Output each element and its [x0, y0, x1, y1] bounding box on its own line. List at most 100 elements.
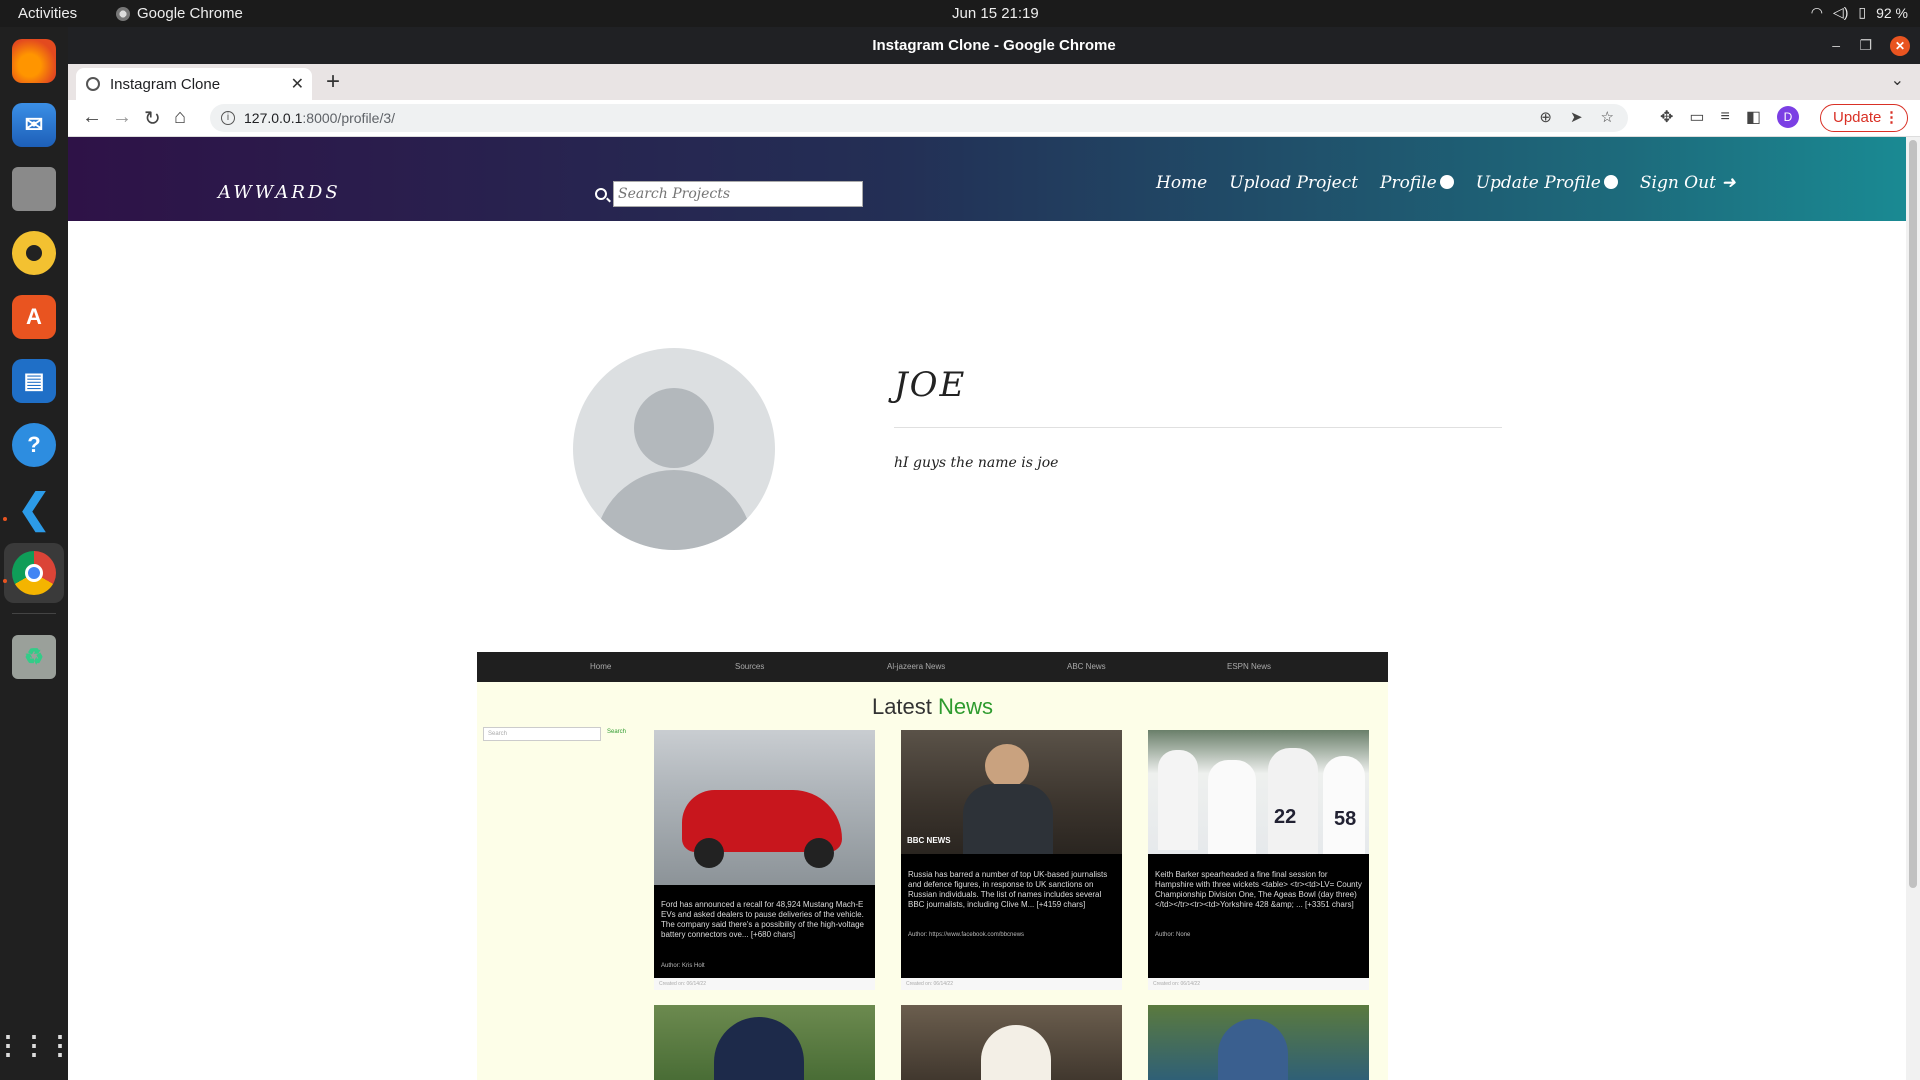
maximize-icon[interactable]: ❐ — [1859, 27, 1872, 64]
back-icon[interactable]: ← — [82, 106, 102, 129]
close-window-icon[interactable]: ✕ — [1890, 36, 1910, 56]
info-icon[interactable]: i — [221, 111, 235, 125]
news-navbar: Home Sources Al-jazeera News ABC News ES… — [477, 652, 1388, 682]
url-host: 127.0.0.1 — [244, 110, 303, 126]
writer-icon[interactable]: ▤ — [12, 359, 56, 403]
cricket-helmet-shape — [714, 1017, 804, 1080]
news-card-author: Author: https://www.facebook.com/bbcnews — [908, 932, 1025, 938]
project-screenshot[interactable]: Home Sources Al-jazeera News ABC News ES… — [477, 652, 1388, 1080]
send-icon[interactable]: ➤ — [1570, 104, 1583, 132]
news-nav-item: ABC News — [1067, 662, 1106, 671]
profile-bio: hI guys the name is joe — [894, 455, 1059, 471]
home-icon[interactable]: ⌂ — [174, 106, 186, 129]
app-menu[interactable]: Google Chrome — [116, 5, 243, 22]
user-circle-icon — [1603, 175, 1618, 189]
news-card-text: Keith Barker spearheaded a fine final se… — [1155, 870, 1362, 909]
news-card: Ford has announced a recall for 48,924 M… — [654, 730, 875, 990]
update-label: Update — [1833, 109, 1882, 126]
news-card-partial — [654, 1005, 875, 1080]
extensions-icon[interactable]: ✥ — [1660, 107, 1673, 127]
nav-upload-project[interactable]: Upload Project — [1229, 173, 1358, 193]
chrome-dock-icon[interactable] — [12, 551, 56, 595]
tab-search-icon[interactable]: ⌄ — [1891, 70, 1904, 90]
files-icon[interactable] — [12, 167, 56, 211]
new-tab-icon[interactable]: + — [326, 68, 340, 96]
zoom-icon[interactable]: ⊕ — [1539, 104, 1552, 132]
running-indicator — [3, 579, 7, 583]
url-path: :8000/profile/3/ — [302, 110, 396, 126]
app-center-icon[interactable]: A — [12, 295, 56, 339]
reload-icon[interactable]: ↻ — [144, 106, 161, 131]
profile-username: JOE — [894, 365, 967, 405]
address-bar[interactable]: i 127.0.0.1:8000/profile/3/ ⊕ ➤ ☆ — [210, 104, 1628, 132]
search-icon — [595, 188, 607, 200]
nav-sign-out-label: Sign Out — [1639, 173, 1716, 193]
bookmark-star-icon[interactable]: ☆ — [1601, 104, 1614, 132]
help-icon[interactable]: ? — [12, 423, 56, 467]
profile-avatar[interactable]: D — [1777, 106, 1799, 128]
nav-update-profile-label: Update Profile — [1475, 173, 1601, 193]
news-heading-main: Latest — [871, 694, 932, 719]
nav-profile-label: Profile — [1380, 173, 1437, 193]
clock[interactable]: Jun 15 21:19 — [952, 5, 1039, 22]
rhythmbox-icon[interactable] — [12, 231, 56, 275]
update-button[interactable]: Update ⋮ — [1820, 104, 1908, 132]
page-viewport: AWWARDS Home Upload Project Profile Upda… — [68, 137, 1906, 1080]
news-search-button: Search — [607, 729, 627, 735]
profile-divider — [894, 427, 1502, 428]
vscode-icon[interactable]: ❮ — [12, 487, 56, 531]
news-image-journalist: BBC NEWS — [901, 730, 1122, 854]
more-icon: ⋮ — [1884, 109, 1899, 126]
news-nav-item: ESPN News — [1227, 662, 1272, 671]
search-input[interactable] — [613, 181, 863, 207]
search-bar — [595, 181, 863, 207]
news-nav-item: Al-jazeera News — [887, 662, 946, 671]
sign-out-icon: ➜ — [1721, 173, 1736, 193]
user-circle-icon — [1439, 175, 1454, 189]
nav-sign-out[interactable]: Sign Out ➜ — [1640, 173, 1736, 193]
close-tab-icon[interactable]: ✕ — [291, 74, 304, 94]
avatar-body-shape — [595, 470, 753, 550]
nav-links: Home Upload Project Profile Update Profi… — [1156, 173, 1736, 193]
battery-percent: 92 % — [1876, 4, 1908, 21]
firefox-icon[interactable] — [12, 39, 56, 83]
news-card-partial — [1148, 1005, 1369, 1080]
forward-icon[interactable]: → — [112, 106, 132, 129]
news-heading: Latest News — [477, 694, 1388, 720]
news-card-text: Russia has barred a number of top UK-bas… — [908, 870, 1108, 909]
page-scrollbar[interactable] — [1906, 137, 1920, 1080]
news-card-partial — [901, 1005, 1122, 1080]
browser-toolbar: ← → ↻ ⌂ i 127.0.0.1:8000/profile/3/ ⊕ ➤ … — [68, 100, 1920, 137]
dock: ✉ A ▤ ? ❮ ♻ ⋮⋮⋮ — [0, 27, 73, 1080]
system-tray[interactable]: ◠ ◁) ▯ 92 % — [1811, 4, 1908, 21]
thunderbird-icon[interactable]: ✉ — [12, 103, 56, 147]
tab-title: Instagram Clone — [110, 75, 221, 93]
app-name: Google Chrome — [137, 5, 243, 22]
minimize-icon[interactable]: – — [1832, 27, 1840, 64]
nav-profile[interactable]: Profile — [1380, 173, 1454, 193]
window-title-bar: Instagram Clone - Google Chrome – ❐ ✕ — [68, 27, 1920, 64]
nav-home[interactable]: Home — [1156, 173, 1207, 193]
brand-logo[interactable]: AWWARDS — [218, 182, 341, 203]
profile-avatar-image — [573, 348, 775, 550]
battery-icon: ▯ — [1858, 4, 1867, 20]
media-icon[interactable]: ≡ — [1721, 108, 1730, 126]
news-nav-item: Sources — [735, 662, 765, 671]
tab-instagram-clone[interactable]: Instagram Clone ✕ — [76, 68, 312, 100]
bbc-news-logo: BBC NEWS — [907, 836, 951, 845]
side-panel-icon[interactable]: ◧ — [1746, 107, 1761, 127]
cast-icon[interactable]: ▭ — [1689, 107, 1704, 127]
volume-icon: ◁) — [1832, 4, 1849, 20]
avatar-head-shape — [634, 388, 714, 468]
chrome-icon — [116, 6, 130, 21]
scrollbar-thumb[interactable] — [1909, 140, 1917, 888]
system-top-bar: Activities Google Chrome Jun 15 21:19 ◠ … — [0, 0, 1920, 27]
news-card-author: Author: Kris Holt — [661, 963, 705, 969]
news-card-author: Author: None — [1155, 932, 1191, 938]
activities-button[interactable]: Activities — [18, 5, 77, 22]
running-indicator — [3, 517, 7, 521]
trash-icon[interactable]: ♻ — [12, 635, 56, 679]
nav-update-profile[interactable]: Update Profile — [1476, 173, 1618, 193]
show-apps-icon[interactable]: ⋮⋮⋮ — [0, 1023, 73, 1067]
site-navbar: AWWARDS Home Upload Project Profile Upda… — [68, 137, 1906, 221]
